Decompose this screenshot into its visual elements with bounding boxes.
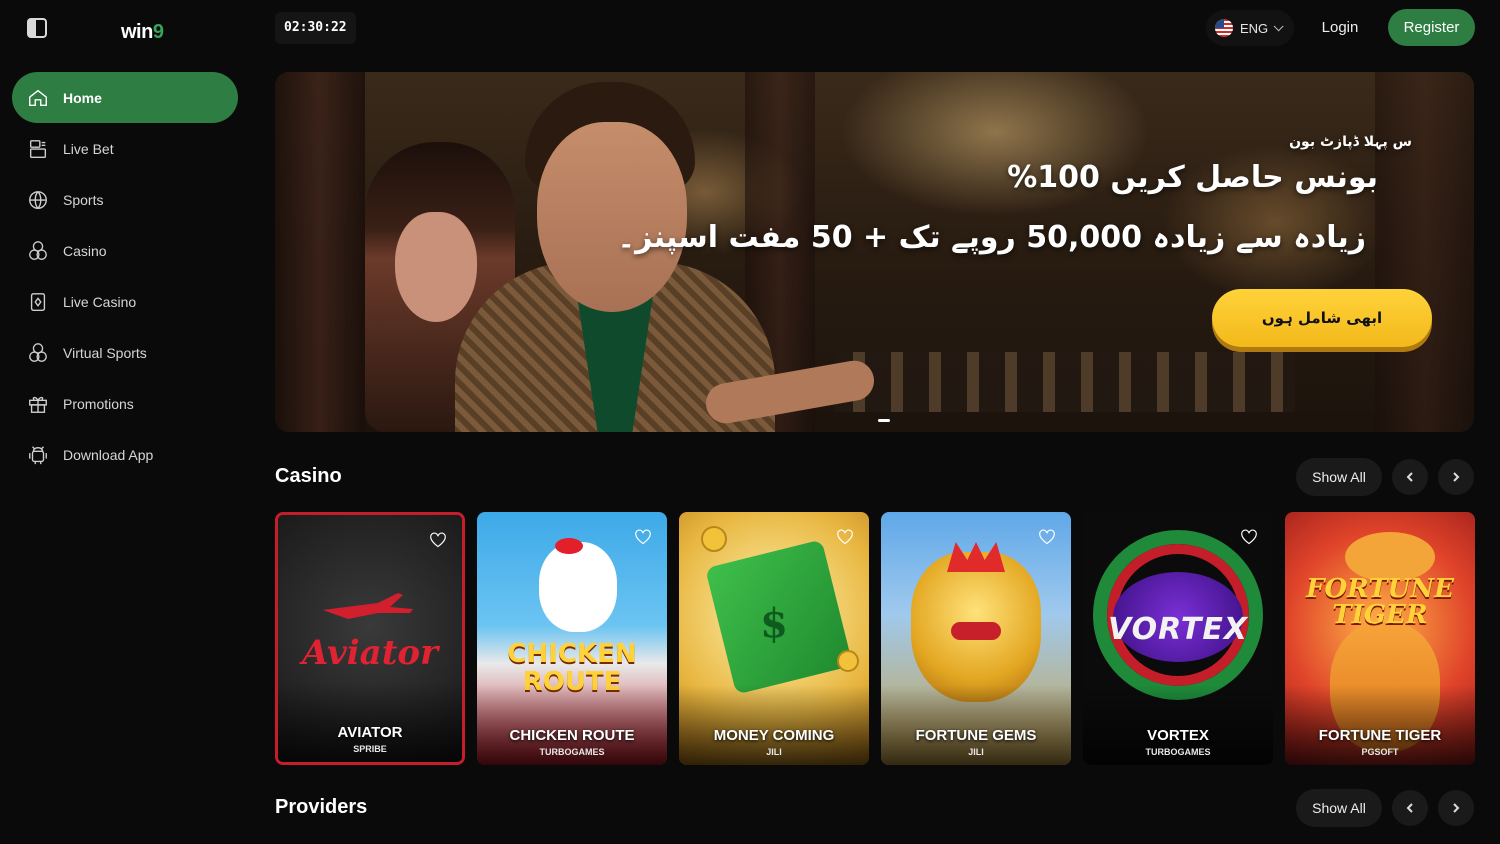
logo-text: win9 (121, 21, 164, 43)
game-provider: PGSOFT (1361, 747, 1399, 757)
server-clock: 02:30:22 (275, 12, 356, 44)
sidebar-item-label: Virtual Sports (63, 344, 147, 361)
chevron-down-icon (1273, 20, 1284, 31)
language-selector[interactable]: ENG (1206, 10, 1294, 46)
game-card-vortex[interactable]: VORTEX VORTEX TURBOGAMES (1083, 512, 1273, 765)
sidebar-item-label: Casino (63, 242, 107, 259)
sidebar-item-label: Live Casino (63, 293, 137, 310)
sidebar-item-live-bet[interactable]: Live Bet (12, 123, 238, 174)
game-title: FORTUNE GEMS (915, 727, 1037, 744)
chevron-right-icon (1453, 803, 1460, 813)
game-title: CHICKEN ROUTE (509, 727, 635, 744)
favorite-heart-icon[interactable] (1240, 529, 1258, 545)
game-title: MONEY COMING (713, 727, 835, 744)
chevron-left-icon (1406, 472, 1413, 482)
curtain-left (275, 72, 365, 432)
sidebar-item-home[interactable]: Home (12, 72, 238, 123)
sidebar-item-label: Download App (63, 446, 154, 463)
favorite-heart-icon[interactable] (1038, 529, 1056, 545)
providers-show-all-button[interactable]: Show All (1296, 789, 1382, 827)
sidebar-toggle-icon[interactable] (27, 18, 47, 38)
sidebar-nav: Home Live Bet Sports Casino Live Casino (12, 72, 238, 480)
carousel-indicator[interactable] (878, 419, 890, 422)
sidebar-item-promotions[interactable]: Promotions (12, 378, 238, 429)
sidebar-item-label: Promotions (63, 395, 134, 412)
join-now-button[interactable]: ابھی شامل ہوں (1212, 289, 1432, 347)
live-bet-icon (27, 138, 49, 160)
sidebar-item-live-casino[interactable]: Live Casino (12, 276, 238, 327)
game-card-money-coming[interactable]: $ MONEY COMING JILI (679, 512, 869, 765)
banner-headline: بونس حاصل کریں 100% (1007, 160, 1378, 195)
plane-icon (323, 593, 413, 619)
chevron-right-icon (1453, 472, 1460, 482)
game-provider: TURBOGAMES (1145, 747, 1211, 757)
game-card-aviator[interactable]: Aviator AVIATOR SPRIBE (275, 512, 465, 765)
banner-subheadline: زیادہ سے زیادہ 50,000 روپے تک + 50 مفت ا… (617, 220, 1366, 255)
sidebar-item-label: Live Bet (63, 140, 114, 157)
live-casino-card-icon (27, 291, 49, 313)
game-card-fortune-gems[interactable]: FORTUNE GEMS JILI (881, 512, 1071, 765)
register-button[interactable]: Register (1388, 9, 1475, 46)
sidebar-item-sports[interactable]: Sports (12, 174, 238, 225)
brand-logo[interactable]: win9 (121, 12, 177, 48)
game-title: AVIATOR (337, 724, 403, 741)
money-coming-art-text: $ (760, 600, 788, 647)
language-label: ENG (1240, 20, 1269, 36)
casino-games-row: Aviator AVIATOR SPRIBE CHICKEN ROUTE CHI… (275, 512, 1475, 765)
casino-chips-icon (27, 240, 49, 262)
casino-section-title: Casino (275, 465, 342, 487)
game-title: FORTUNE TIGER (1318, 727, 1442, 744)
providers-prev-button[interactable] (1392, 790, 1428, 826)
sports-ball-icon (27, 189, 49, 211)
favorite-heart-icon[interactable] (836, 529, 854, 545)
banner-kicker: س پہلا ڈپازٹ بون (1289, 134, 1412, 150)
game-card-fortune-tiger[interactable]: FORTUNE TIGER FORTUNE TIGER PGSOFT (1285, 512, 1475, 765)
login-button[interactable]: Login (1307, 10, 1373, 46)
virtual-sports-icon (27, 342, 49, 364)
game-provider: JILI (766, 747, 782, 757)
casino-prev-button[interactable] (1392, 459, 1428, 495)
sidebar: win9 Home Live Bet Sports Casino Live Ca… (0, 0, 250, 844)
home-icon (27, 87, 49, 109)
fortune-tiger-art-text: FORTUNE TIGER (1306, 574, 1454, 630)
chicken-image (539, 542, 617, 632)
chevron-left-icon (1406, 803, 1413, 813)
us-flag-icon (1215, 19, 1233, 37)
game-card-chicken-route[interactable]: CHICKEN ROUTE CHICKEN ROUTE TURBOGAMES (477, 512, 667, 765)
casino-next-button[interactable] (1438, 459, 1474, 495)
sidebar-item-virtual-sports[interactable]: Virtual Sports (12, 327, 238, 378)
game-provider: JILI (968, 747, 984, 757)
favorite-heart-icon[interactable] (634, 529, 652, 545)
favorite-heart-icon[interactable] (429, 532, 447, 548)
curtain-right (1375, 72, 1474, 432)
sidebar-item-casino[interactable]: Casino (12, 225, 238, 276)
providers-section-title: Providers (275, 796, 368, 818)
game-title: VORTEX (1147, 727, 1209, 744)
game-provider: TURBOGAMES (539, 747, 605, 757)
game-provider: SPRIBE (353, 744, 387, 754)
sidebar-item-download-app[interactable]: Download App (12, 429, 238, 480)
promo-banner[interactable]: س پہلا ڈپازٹ بون بونس حاصل کریں 100% زیا… (275, 72, 1474, 432)
vortex-art-text: VORTEX (1107, 612, 1249, 647)
sidebar-item-label: Sports (63, 191, 104, 208)
sidebar-item-label: Home (63, 89, 102, 106)
gift-icon (27, 393, 49, 415)
android-icon (27, 444, 49, 466)
casino-show-all-button[interactable]: Show All (1296, 458, 1382, 496)
providers-next-button[interactable] (1438, 790, 1474, 826)
aviator-art-text: Aviator (302, 633, 438, 673)
